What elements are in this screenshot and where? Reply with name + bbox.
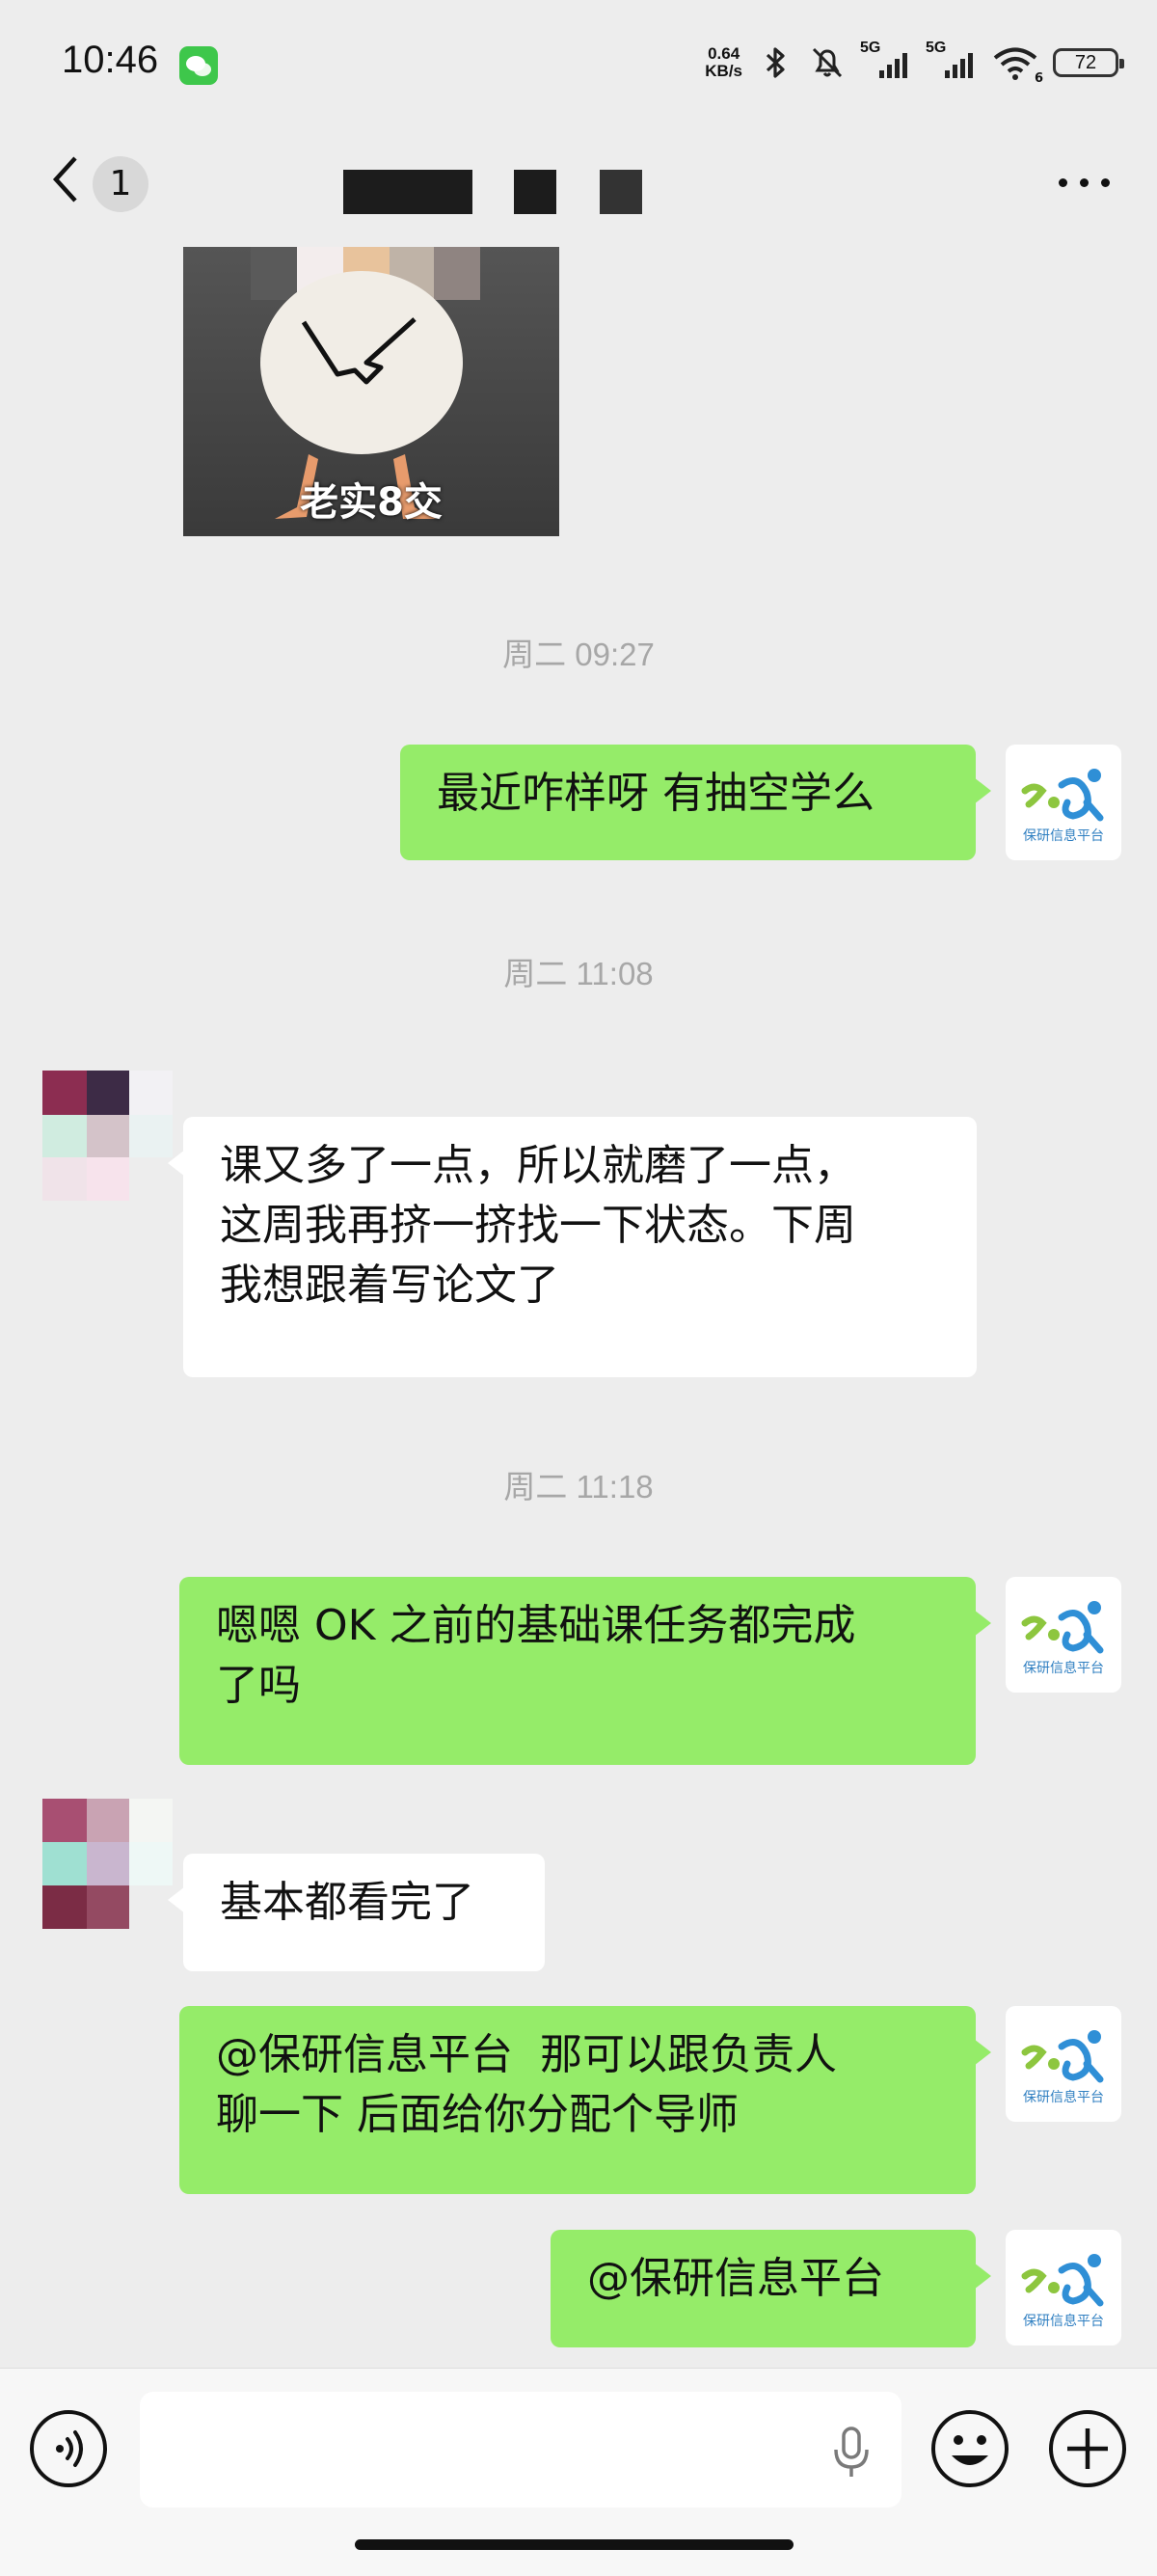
avatar-logo-text: 保研信息平台 [1023,2090,1104,2105]
voice-icon[interactable] [27,2407,110,2490]
cell-signal-icon [945,53,973,78]
avatar-logo-text: 保研信息平台 [1023,2314,1104,2329]
avatar-logo-text: 保研信息平台 [1023,828,1104,844]
self-avatar[interactable]: 保研信息平台 [1006,745,1121,860]
self-avatar[interactable]: 保研信息平台 [1006,1577,1121,1693]
message-bubble-incoming[interactable]: 基本都看完了 [168,1854,545,1971]
network-speed-unit: KB/s [705,62,742,80]
mute-bell-icon [812,47,843,78]
network-speed-value: 0.64 [708,44,740,63]
battery-icon: 72 [1053,48,1124,77]
timestamp-3: 周二 11:18 [503,1469,654,1505]
title-mask-3 [600,170,642,214]
more-options-icon[interactable] [1051,154,1118,212]
chat-header: 1 [0,125,1157,241]
message-input[interactable] [140,2392,901,2508]
sticker-image[interactable]: 老实8交 [183,247,559,536]
message-bubble-outgoing[interactable]: @保研信息平台 [551,2230,991,2347]
wechat-notification-icon [179,46,218,85]
self-avatar[interactable]: 保研信息平台 [1006,2230,1121,2346]
message-bubble-outgoing[interactable]: 最近咋样呀 有抽空学么 [400,745,991,860]
message-input-bar [0,2368,1157,2576]
status-time: 10:46 [62,39,159,81]
bluetooth-icon [766,47,785,78]
wifi: 6 [991,43,1043,86]
home-indicator [355,2539,794,2550]
status-bar: 10:46 0.64 KB/s 5G 5G 6 72 [0,0,1157,125]
cell-signal-icon [879,53,907,78]
message-bubble-outgoing[interactable]: @保研信息平台 那可以跟负责人 聊一下 后面给你分配个导师 [179,2006,991,2194]
signal-5g-2: 5G [926,40,978,82]
avatar-logo-text: 保研信息平台 [1023,1661,1104,1676]
contact-avatar-pixelated[interactable] [42,1071,173,1201]
wifi-icon [993,47,1037,80]
emoji-icon[interactable] [928,2407,1011,2490]
wifi-subscript: 6 [1034,71,1043,86]
back-arrow-icon[interactable] [42,150,91,208]
contact-avatar-pixelated[interactable] [42,1799,173,1929]
title-mask-2 [514,170,556,214]
status-icons: 0.64 KB/s 5G 5G 6 72 [705,39,1124,87]
network-speed: 0.64 KB/s [705,45,742,80]
title-mask-1 [343,170,472,214]
message-bubble-outgoing[interactable]: 嗯嗯 OK 之前的基础课任务都完成 了吗 [179,1577,991,1765]
timestamp-1: 周二 09:27 [502,637,655,672]
chat-messages[interactable]: 老实8交 周二 09:27 最近咋样呀 有抽空学么 保研信息平台 周二 11:0… [0,241,1157,2368]
self-avatar[interactable]: 保研信息平台 [1006,2006,1121,2122]
signal-5g-1: 5G [860,40,912,82]
unread-count-badge[interactable]: 1 [93,156,148,212]
mic-icon[interactable] [827,2423,875,2481]
sticker-caption: 老实8交 [300,480,443,525]
message-bubble-incoming[interactable]: 课又多了一点，所以就磨了一点， 这周我再挤一挤找一下状态。下周 我想跟着写论文了 [168,1117,977,1377]
timestamp-2: 周二 11:08 [503,956,654,991]
plus-icon[interactable] [1046,2407,1129,2490]
